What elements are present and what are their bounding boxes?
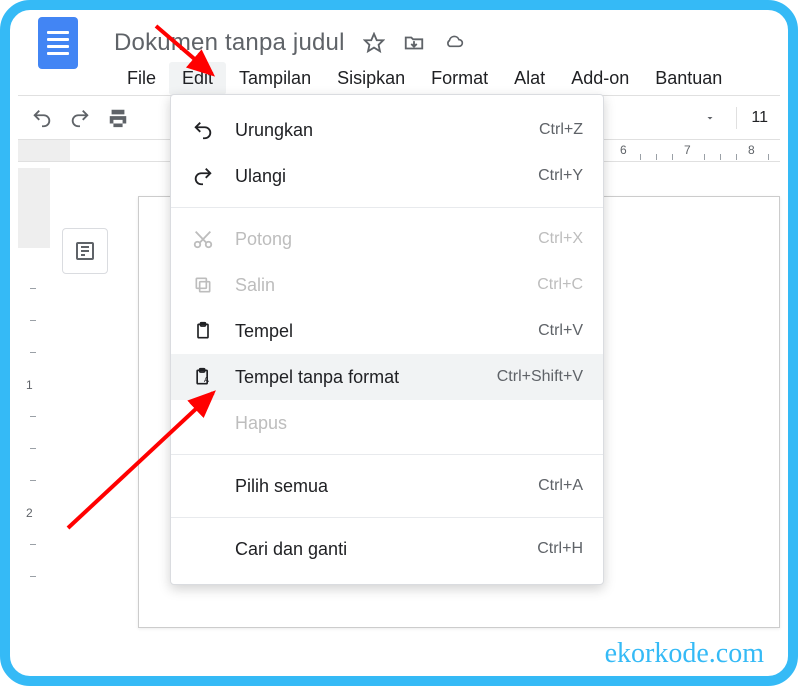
print-icon[interactable]	[106, 106, 130, 130]
menu-item-shortcut: Ctrl+V	[538, 322, 583, 340]
chevron-down-icon[interactable]	[698, 106, 722, 130]
ruler-num: 7	[684, 143, 691, 157]
cut-icon	[189, 228, 217, 250]
redo-icon	[189, 165, 217, 187]
undo-icon	[189, 119, 217, 141]
menu-add-on[interactable]: Add-on	[558, 62, 642, 95]
menu-item-label: Salin	[235, 275, 537, 296]
font-size-value[interactable]: 11	[751, 109, 768, 127]
ruler-num: 8	[748, 143, 755, 157]
cloud-icon[interactable]	[443, 32, 465, 54]
menu-item-label: Tempel tanpa format	[235, 367, 497, 388]
menu-item-label: Potong	[235, 229, 538, 250]
watermark: ekorkode.com	[605, 638, 764, 670]
menu-item-label: Cari dan ganti	[235, 539, 537, 560]
paste-icon	[189, 320, 217, 342]
menubar: FileEditTampilanSisipkanFormatAlatAdd-on…	[18, 62, 780, 96]
undo-icon[interactable]	[30, 106, 54, 130]
menu-alat[interactable]: Alat	[501, 62, 558, 95]
document-outline-icon[interactable]	[62, 228, 108, 274]
star-icon[interactable]	[363, 32, 385, 54]
menu-bantuan[interactable]: Bantuan	[642, 62, 735, 95]
menu-item-salin: SalinCtrl+C	[171, 262, 603, 308]
menu-item-ulangi[interactable]: UlangiCtrl+Y	[171, 153, 603, 199]
redo-icon[interactable]	[68, 106, 92, 130]
separator	[736, 107, 737, 129]
ruler-vertical: 1 2	[18, 168, 50, 628]
menu-item-shortcut: Ctrl+Y	[538, 167, 583, 185]
docs-logo-icon[interactable]	[38, 17, 78, 69]
menu-item-shortcut: Ctrl+H	[537, 540, 583, 558]
menu-item-tempel[interactable]: TempelCtrl+V	[171, 308, 603, 354]
menu-sisipkan[interactable]: Sisipkan	[324, 62, 418, 95]
menu-item-potong: PotongCtrl+X	[171, 216, 603, 262]
menu-item-label: Pilih semua	[235, 476, 538, 497]
menu-format[interactable]: Format	[418, 62, 501, 95]
copy-icon	[189, 275, 217, 295]
ruler-num: 6	[620, 143, 627, 157]
menu-item-shortcut: Ctrl+A	[538, 477, 583, 495]
menu-item-shortcut: Ctrl+X	[538, 230, 583, 248]
menu-item-label: Ulangi	[235, 166, 538, 187]
menu-item-shortcut: Ctrl+C	[537, 276, 583, 294]
move-folder-icon[interactable]	[403, 32, 425, 54]
menu-item-label: Urungkan	[235, 120, 539, 141]
menu-item-urungkan[interactable]: UrungkanCtrl+Z	[171, 107, 603, 153]
menu-item-shortcut: Ctrl+Shift+V	[497, 368, 583, 386]
menu-item-label: Tempel	[235, 321, 538, 342]
menu-item-shortcut: Ctrl+Z	[539, 121, 583, 139]
menu-item-label: Hapus	[235, 413, 583, 434]
